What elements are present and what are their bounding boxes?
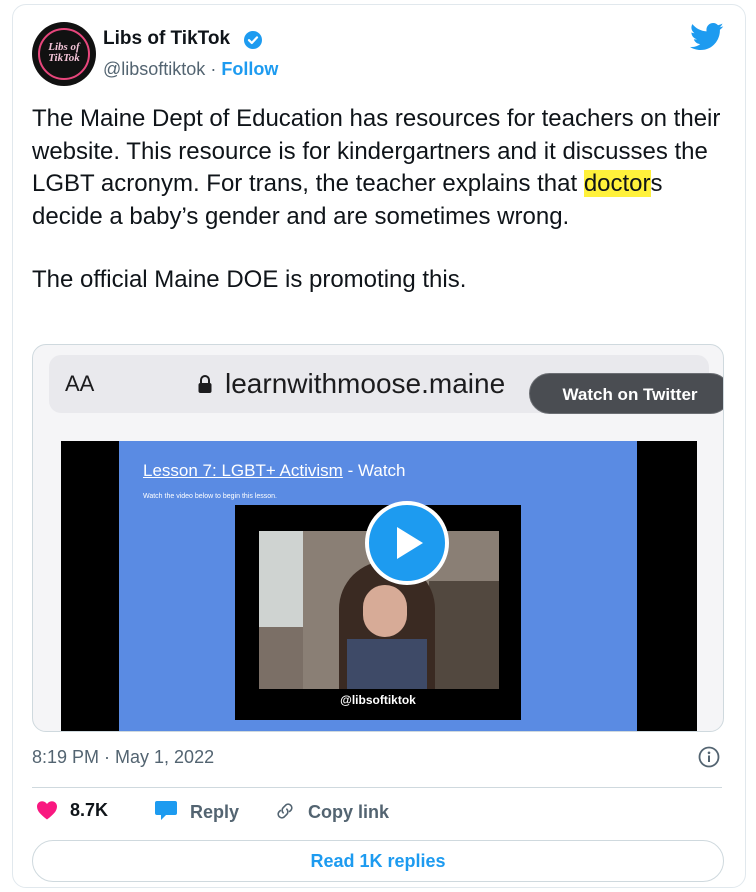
copy-link-button[interactable]: Copy link — [274, 800, 389, 823]
avatar-text: Libs of TikTok — [32, 42, 96, 64]
browser-url-bar: AA learnwithmoose.maine Watch on Twitter — [49, 355, 723, 414]
video-window — [259, 531, 303, 627]
read-replies-button[interactable]: Read 1K replies — [32, 840, 724, 882]
author-name[interactable]: Libs of TikTok — [103, 28, 230, 50]
author-handle[interactable]: @libsoftiktok — [103, 59, 205, 79]
reply-bubble-icon — [155, 801, 177, 820]
video-frame[interactable]: Lesson 7: LGBT+ Activism - Watch Watch t… — [61, 441, 697, 731]
text-size-label: AA — [65, 371, 95, 396]
lesson-subtitle: Watch the video below to begin this less… — [143, 493, 277, 500]
divider — [32, 787, 722, 788]
like-count: 8.7K — [70, 800, 109, 820]
handle-row: @libsoftiktok · Follow — [103, 59, 278, 80]
tweet-text: The Maine Dept of Education has resource… — [32, 103, 722, 297]
watch-on-twitter-button[interactable]: Watch on Twitter — [529, 373, 723, 414]
reply-label: Reply — [190, 802, 240, 822]
lesson-title-row: Lesson 7: LGBT+ Activism - Watch — [143, 461, 406, 481]
play-icon — [397, 527, 423, 559]
twitter-bird-icon[interactable] — [690, 22, 724, 52]
copy-link-label: Copy link — [308, 802, 390, 822]
reply-button[interactable]: Reply — [154, 800, 239, 823]
lock-icon — [197, 374, 213, 394]
avatar[interactable]: Libs of TikTok — [32, 22, 96, 86]
video-watermark: @libsoftiktok — [340, 693, 416, 707]
video-person-shirt — [347, 639, 427, 689]
action-bar: 8.7K Reply Copy link — [32, 800, 722, 826]
lesson-title: Lesson 7: LGBT+ Activism — [143, 461, 343, 480]
video-person-face — [363, 585, 407, 637]
video-media[interactable]: AA learnwithmoose.maine Watch on Twitter… — [32, 344, 724, 732]
browser-url: learnwithmoose.maine — [225, 368, 506, 399]
follow-button[interactable]: Follow — [221, 59, 278, 79]
heart-icon — [37, 801, 57, 820]
lesson-slide: Lesson 7: LGBT+ Activism - Watch Watch t… — [119, 441, 637, 731]
tweet-paragraph-2: The official Maine DOE is promoting this… — [32, 266, 467, 293]
timestamp[interactable]: 8:19 PM · May 1, 2022 — [32, 747, 214, 768]
like-button[interactable]: 8.7K — [36, 800, 108, 821]
lesson-title-suffix: - Watch — [342, 461, 406, 480]
highlighted-word: doctor — [583, 170, 651, 197]
avatar-text-line2: TikTok — [48, 52, 80, 64]
info-icon[interactable] — [698, 746, 720, 768]
video-couch — [429, 581, 499, 689]
tweet-paragraph-1: The Maine Dept of Education has resource… — [32, 103, 722, 233]
verified-badge-icon — [244, 31, 262, 49]
link-icon — [277, 803, 293, 819]
separator: · — [210, 59, 217, 79]
play-button[interactable] — [365, 501, 449, 585]
